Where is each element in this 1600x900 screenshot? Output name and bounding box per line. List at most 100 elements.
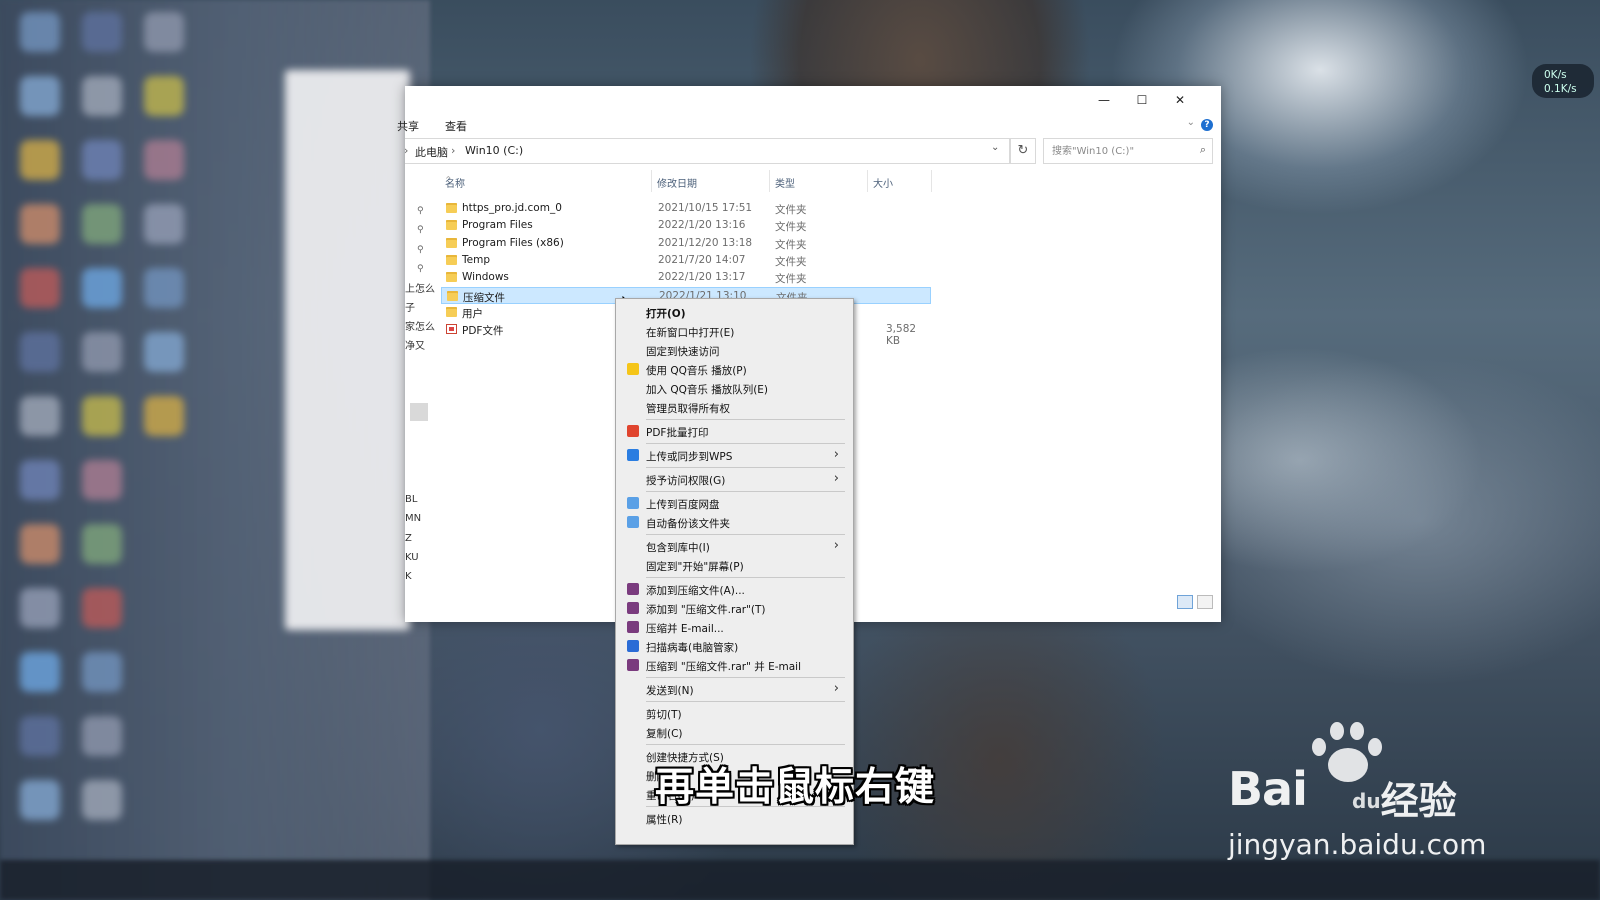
context-menu-item[interactable]: 包含到库中(I) ›	[618, 537, 849, 556]
breadcrumb-separator: ›	[404, 144, 409, 157]
file-date: 2022/1/20 13:17	[658, 271, 746, 284]
context-menu-item[interactable]: 使用 QQ音乐 播放(P)	[618, 360, 849, 379]
nav-item-fragment[interactable]: 上怎么	[405, 280, 435, 295]
blurred-desktop-icon	[82, 140, 122, 180]
winrar-icon	[627, 602, 639, 614]
file-row[interactable]: Temp 2021/7/20 14:07 文件夹	[441, 252, 931, 269]
context-menu-label: 管理员取得所有权	[646, 403, 730, 415]
nav-item-fragment[interactable]: BL	[405, 494, 417, 505]
wps-icon	[627, 425, 639, 437]
context-menu-item[interactable]: 自动备份该文件夹	[618, 513, 849, 532]
blurred-desktop-icon	[20, 204, 60, 244]
context-menu-item[interactable]: 固定到"开始"屏幕(P)	[618, 556, 849, 575]
context-menu-label: 添加到 "压缩文件.rar"(T)	[646, 604, 766, 616]
search-box[interactable]: ⌕	[1043, 138, 1213, 164]
file-date: 2022/1/20 13:16	[658, 219, 746, 232]
menu-separator	[646, 419, 845, 420]
context-menu-item[interactable]: 添加到 "压缩文件.rar"(T)	[618, 599, 849, 618]
file-row[interactable]: Program Files (x86) 2021/12/20 13:18 文件夹	[441, 235, 931, 252]
help-icon[interactable]: ?	[1201, 119, 1213, 131]
context-menu-item[interactable]: 在新窗口中打开(E)	[618, 322, 849, 341]
context-menu-label: PDF批量打印	[646, 427, 709, 439]
file-name: 压缩文件	[463, 291, 505, 304]
column-header-type[interactable]: 类型	[771, 170, 868, 192]
blurred-desktop-icon	[20, 268, 60, 308]
pin-icon: ⚲	[417, 225, 424, 235]
context-menu-item[interactable]: 压缩到 "压缩文件.rar" 并 E-mail	[618, 656, 849, 675]
file-name: Windows	[462, 271, 509, 284]
context-menu-label: 剪切(T)	[646, 709, 682, 721]
blurred-desktop-icon	[82, 716, 122, 756]
column-header-date[interactable]: 修改日期	[653, 170, 770, 192]
context-menu-item[interactable]: PDF批量打印	[618, 422, 849, 441]
context-menu-item[interactable]: 加入 QQ音乐 播放队列(E)	[618, 379, 849, 398]
refresh-button[interactable]: ↻	[1010, 138, 1036, 164]
file-type: 文件夹	[775, 221, 807, 234]
minimize-button[interactable]: —	[1085, 86, 1123, 114]
file-row[interactable]: Program Files 2022/1/20 13:16 文件夹	[441, 217, 931, 234]
nav-item-fragment[interactable]: K	[405, 571, 412, 582]
chevron-down-icon[interactable]: ⌄	[1187, 117, 1195, 128]
context-menu-item[interactable]: 复制(C)	[618, 723, 849, 742]
file-name: 用户	[462, 307, 483, 320]
tab-share[interactable]: 共享	[397, 118, 419, 134]
search-icon[interactable]: ⌕	[1200, 143, 1206, 157]
context-menu-item[interactable]: 上传到百度网盘	[618, 494, 849, 513]
nav-item-fragment[interactable]: KU	[405, 552, 419, 563]
tab-view[interactable]: 查看	[445, 118, 467, 134]
taskbar	[0, 860, 1600, 900]
context-menu-item[interactable]: 上传或同步到WPS ›	[618, 446, 849, 465]
blurred-desktop-icon	[20, 332, 60, 372]
context-menu-label: 压缩并 E-mail...	[646, 623, 724, 635]
file-size: 3,582 KB	[886, 323, 917, 348]
file-row[interactable]: Windows 2022/1/20 13:17 文件夹	[441, 269, 931, 286]
file-row[interactable]: https_pro.jd.com_0 2021/10/15 17:51 文件夹	[441, 200, 931, 217]
close-button[interactable]: ✕	[1161, 86, 1199, 114]
nav-item-fragment[interactable]: MN	[405, 513, 421, 524]
context-menu-label: 发送到(N)	[646, 685, 694, 697]
context-menu-item[interactable]: 压缩并 E-mail...	[618, 618, 849, 637]
context-menu-item[interactable]: 发送到(N) ›	[618, 680, 849, 699]
context-menu-item[interactable]: 打开(O)	[618, 303, 849, 322]
nav-item-fragment[interactable]: Z	[405, 533, 412, 544]
chevron-right-icon: ›	[833, 538, 839, 553]
context-menu-item[interactable]: 管理员取得所有权	[618, 398, 849, 417]
watermark-paw-text: du	[1352, 789, 1381, 813]
folder-icon	[447, 290, 458, 301]
pin-icon: ⚲	[417, 264, 424, 274]
search-input[interactable]	[1050, 142, 1184, 160]
address-bar[interactable]: › 此电脑 › Win10 (C:) ⌄	[404, 138, 1010, 164]
breadcrumb-this-pc[interactable]: 此电脑	[415, 144, 448, 160]
maximize-button[interactable]: ☐	[1123, 86, 1161, 114]
column-header-name[interactable]: 名称 ^	[441, 170, 652, 192]
context-menu-item[interactable]: 固定到快速访问	[618, 341, 849, 360]
file-name: https_pro.jd.com_0	[462, 202, 562, 214]
menu-separator	[646, 443, 845, 444]
context-menu-item[interactable]: 添加到压缩文件(A)...	[618, 580, 849, 599]
nav-item-fragment[interactable]: 净又	[405, 337, 425, 352]
context-menu-label: 包含到库中(I)	[646, 542, 710, 554]
title-bar: — ☐ ✕	[405, 86, 1221, 114]
context-menu-label: 上传或同步到WPS	[646, 451, 733, 463]
file-name: Program Files (x86)	[462, 236, 564, 249]
details-view-icon[interactable]	[1177, 595, 1193, 609]
column-header-size[interactable]: 大小	[869, 170, 932, 192]
chevron-down-icon[interactable]: ⌄	[991, 142, 999, 153]
file-type: 文件夹	[775, 238, 807, 251]
blurred-desktop-icon	[20, 588, 60, 628]
nav-item-fragment[interactable]: 家怎么	[405, 318, 435, 333]
context-menu-label: 添加到压缩文件(A)...	[646, 585, 745, 597]
context-menu-item[interactable]: 授予访问权限(G) ›	[618, 470, 849, 489]
menu-separator	[646, 677, 845, 678]
context-menu-item[interactable]: 剪切(T)	[618, 704, 849, 723]
large-icons-view-icon[interactable]	[1197, 595, 1213, 609]
column-header-label: 修改日期	[657, 179, 697, 190]
menu-separator	[646, 534, 845, 535]
breadcrumb-drive[interactable]: Win10 (C:)	[465, 144, 523, 157]
column-header-label: 大小	[873, 179, 893, 190]
nav-selected-item[interactable]	[410, 403, 428, 421]
blurred-desktop-icon	[144, 12, 184, 52]
context-menu-item[interactable]: 扫描病毒(电脑管家)	[618, 637, 849, 656]
nav-item-fragment[interactable]: 子	[405, 299, 415, 314]
winrar-icon	[627, 583, 639, 595]
